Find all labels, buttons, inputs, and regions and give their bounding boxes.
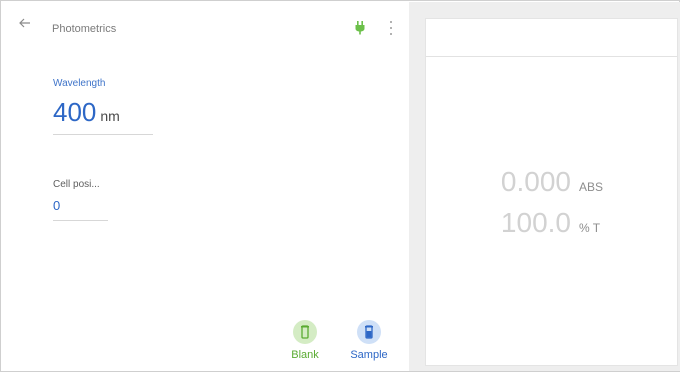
cell-position-field[interactable]: 0	[53, 197, 108, 221]
wavelength-value: 400	[53, 97, 97, 127]
blank-button[interactable]: Blank	[278, 320, 332, 368]
back-arrow-icon[interactable]	[18, 16, 32, 30]
page-title: Photometrics	[52, 23, 117, 35]
cell-position-label: Cell posi...	[53, 179, 100, 190]
sample-label: Sample	[350, 349, 388, 361]
sample-cuvette-icon	[357, 320, 381, 344]
toolbar: Photometrics	[2, 2, 409, 42]
sample-button[interactable]: Sample	[342, 320, 396, 368]
wavelength-label: Wavelength	[53, 78, 106, 89]
absorbance-readout: 0.000 ABS	[426, 166, 677, 198]
wavelength-unit: nm	[100, 108, 120, 124]
app-window: Photometrics Wavelength 400 nm Cell posi…	[0, 0, 680, 372]
transmittance-value: 100.0	[500, 207, 571, 238]
transmittance-readout: 100.0 % T	[426, 207, 677, 239]
cell-position-value: 0	[53, 198, 61, 213]
plug-icon[interactable]	[354, 21, 366, 35]
more-vert-icon[interactable]	[388, 21, 394, 35]
blank-cuvette-icon	[293, 320, 317, 344]
blank-label: Blank	[291, 349, 319, 361]
measurement-panel: 0.000 ABS 100.0 % T	[425, 18, 678, 366]
wavelength-field[interactable]: 400 nm	[53, 97, 153, 135]
transmittance-unit: % T	[579, 221, 601, 235]
absorbance-unit: ABS	[579, 180, 604, 194]
absorbance-value: 0.000	[500, 166, 571, 197]
measurement-header	[426, 19, 677, 57]
settings-panel: Photometrics Wavelength 400 nm Cell posi…	[2, 2, 409, 371]
